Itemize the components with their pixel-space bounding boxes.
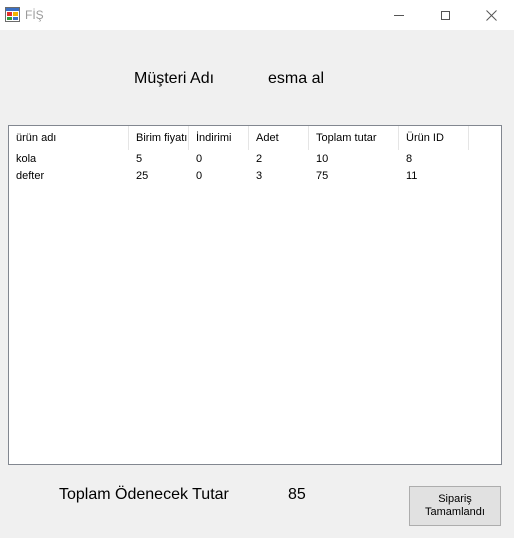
customer-name-value: esma al bbox=[268, 70, 325, 87]
list-item[interactable]: kola 5 0 2 10 8 bbox=[9, 153, 501, 169]
total-amount-label: Toplam Ödenecek Tutar bbox=[59, 486, 229, 503]
column-header-product-name[interactable]: ürün adı bbox=[9, 126, 129, 150]
column-header-unit-price[interactable]: Birim fiyatı bbox=[129, 126, 189, 150]
close-button[interactable] bbox=[468, 0, 514, 30]
close-icon bbox=[485, 9, 497, 21]
receipt-window: FİŞ Müşteri Adı esma al ürün adı Birim f… bbox=[0, 0, 514, 538]
column-header-discount[interactable]: İndirimi bbox=[189, 126, 249, 150]
column-header-total[interactable]: Toplam tutar bbox=[309, 126, 399, 150]
minimize-icon bbox=[394, 14, 404, 16]
column-header-product-id[interactable]: Ürün ID bbox=[399, 126, 469, 150]
cell-unit-price: 25 bbox=[136, 170, 149, 182]
cell-quantity: 2 bbox=[256, 153, 263, 165]
title-bar: FİŞ bbox=[0, 0, 514, 30]
cell-total: 75 bbox=[316, 170, 329, 182]
customer-name-label: Müşteri Adı bbox=[134, 70, 215, 87]
app-form-icon bbox=[5, 7, 20, 22]
complete-order-label-line1: Sipariş bbox=[438, 493, 472, 505]
cell-product-id: 8 bbox=[406, 153, 413, 165]
maximize-button[interactable] bbox=[422, 0, 468, 30]
order-items-list[interactable]: ürün adı Birim fiyatı İndirimi Adet Topl… bbox=[8, 125, 502, 465]
cell-discount: 0 bbox=[196, 153, 203, 165]
cell-discount: 0 bbox=[196, 170, 203, 182]
cell-product-id: 11 bbox=[406, 170, 418, 182]
maximize-icon bbox=[440, 10, 450, 20]
cell-unit-price: 5 bbox=[136, 153, 143, 165]
complete-order-label-line2: Tamamlandı bbox=[425, 506, 485, 518]
minimize-button[interactable] bbox=[376, 0, 422, 30]
cell-quantity: 3 bbox=[256, 170, 263, 182]
window-title: FİŞ bbox=[25, 8, 44, 22]
column-header-quantity[interactable]: Adet bbox=[249, 126, 309, 150]
list-item[interactable]: defter 25 0 3 75 11 bbox=[9, 170, 501, 186]
cell-product-name: kola bbox=[16, 153, 37, 165]
list-header: ürün adı Birim fiyatı İndirimi Adet Topl… bbox=[9, 126, 501, 150]
complete-order-button[interactable]: Sipariş Tamamlandı bbox=[409, 486, 501, 526]
cell-total: 10 bbox=[316, 153, 329, 165]
total-amount-value: 85 bbox=[288, 486, 306, 503]
cell-product-name: defter bbox=[16, 170, 45, 182]
